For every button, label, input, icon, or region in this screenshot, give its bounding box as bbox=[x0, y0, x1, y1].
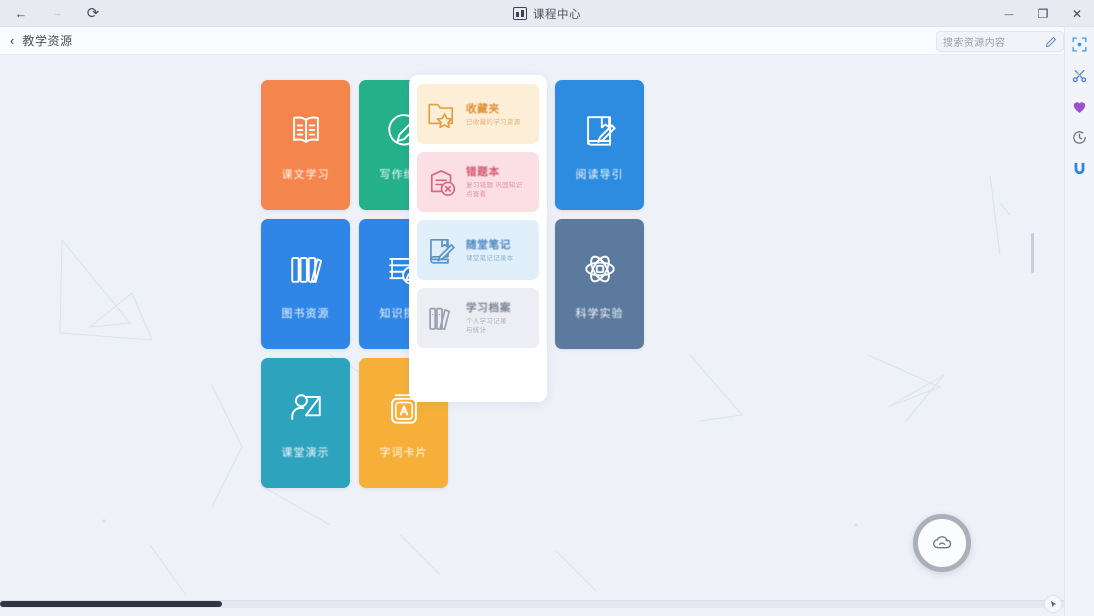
page-header: ‹ 教学资源 搜索资源内容 bbox=[0, 27, 1094, 55]
tile-open-book[interactable]: 课文学习 bbox=[261, 80, 350, 210]
tile-presenter[interactable]: 课堂演示 bbox=[261, 358, 350, 488]
books-stack-icon bbox=[429, 307, 451, 330]
resize-handle-button[interactable] bbox=[1044, 595, 1062, 613]
search-input-value: 搜索资源内容 bbox=[943, 38, 1006, 49]
tool-magnet[interactable] bbox=[1069, 157, 1091, 179]
cursor-icon bbox=[1050, 600, 1056, 607]
atom-icon bbox=[584, 255, 615, 283]
panel-card-text: 随堂笔记 课堂笔记记录本 bbox=[466, 237, 514, 264]
tile-bookshelf[interactable]: 图书资源 bbox=[261, 219, 350, 349]
crop-select-icon bbox=[1072, 36, 1087, 52]
clock-icon bbox=[1073, 130, 1086, 144]
window-title: 课程中心 bbox=[533, 8, 581, 21]
forward-button[interactable]: → bbox=[46, 3, 68, 23]
cloud-sync-button[interactable] bbox=[913, 514, 971, 572]
panel-card-text: 收藏夹 已收藏的学习资源 bbox=[466, 101, 520, 128]
tile-label: 阅读导引 bbox=[575, 169, 624, 181]
magnet-icon bbox=[1074, 162, 1085, 174]
reload-button[interactable]: ⟳ bbox=[82, 3, 104, 23]
breadcrumb-back-icon[interactable]: ‹ bbox=[10, 34, 14, 47]
panel-card-archive[interactable]: 学习档案 个人学习记录 与统计 bbox=[417, 288, 539, 348]
panel-card-title: 错题本 bbox=[466, 166, 500, 179]
tool-history[interactable] bbox=[1069, 126, 1091, 148]
book-pen-icon bbox=[586, 116, 616, 146]
side-panel: 收藏夹 已收藏的学习资源 错题本 复习错题 巩固知识 点查看 随堂笔记 课堂笔记… bbox=[409, 75, 547, 402]
close-button[interactable]: ✕ bbox=[1060, 0, 1094, 27]
heart-icon bbox=[1073, 101, 1086, 113]
panel-card-notes[interactable]: 随堂笔记 课堂笔记记录本 bbox=[417, 220, 539, 280]
tool-favorites[interactable] bbox=[1069, 95, 1091, 117]
content-canvas: 课文学习 写作练习 听力训练 bbox=[0, 55, 1064, 608]
horizontal-scrollbar-track[interactable] bbox=[0, 600, 1064, 608]
open-book-icon bbox=[292, 116, 319, 143]
panel-card-mistakes[interactable]: 错题本 复习错题 巩固知识 点查看 bbox=[417, 152, 539, 212]
vertical-scrollbar[interactable] bbox=[1031, 233, 1034, 273]
panel-card-subtitle: 复习错题 巩固知识 点查看 bbox=[466, 182, 523, 198]
scissors-icon bbox=[1072, 69, 1087, 82]
tile-label: 字词卡片 bbox=[379, 447, 428, 459]
presenter-icon bbox=[290, 394, 321, 420]
panel-card-text: 学习档案 个人学习记录 与统计 bbox=[466, 300, 511, 336]
tile-label: 科学实验 bbox=[575, 308, 624, 320]
panel-card-title: 学习档案 bbox=[466, 302, 512, 315]
back-button[interactable]: ← bbox=[10, 3, 32, 23]
tile-label: 课文学习 bbox=[281, 169, 330, 181]
tool-shapes[interactable] bbox=[1069, 64, 1091, 86]
panel-card-favorites[interactable]: 收藏夹 已收藏的学习资源 bbox=[417, 84, 539, 144]
breadcrumb[interactable]: ‹ 教学资源 bbox=[0, 32, 73, 49]
search-input[interactable]: 搜索资源内容 bbox=[936, 31, 1064, 52]
tile-label: 图书资源 bbox=[281, 308, 330, 320]
pencil-icon[interactable] bbox=[1045, 36, 1057, 48]
panel-card-subtitle: 课堂笔记记录本 bbox=[466, 254, 514, 262]
window-controls: — ❐ ✕ bbox=[992, 0, 1094, 27]
restore-button[interactable]: ❐ bbox=[1026, 0, 1060, 27]
app-logo-icon bbox=[513, 7, 527, 20]
doc-x-icon bbox=[430, 170, 456, 197]
panel-card-subtitle: 已收藏的学习资源 bbox=[466, 118, 521, 126]
tile-atom[interactable]: 科学实验 bbox=[555, 219, 644, 349]
horizontal-scrollbar-thumb[interactable] bbox=[0, 601, 222, 607]
tool-rail bbox=[1064, 27, 1094, 616]
panel-card-title: 随堂笔记 bbox=[466, 238, 512, 251]
application-window: ← → ⟳ 课程中心 — ❐ ✕ ‹ 教学资源 搜索资源内容 课文学习 写作练习… bbox=[0, 0, 1094, 616]
tile-book-pen[interactable]: 阅读导引 bbox=[555, 80, 644, 210]
panel-card-title: 收藏夹 bbox=[466, 102, 500, 115]
cloud-icon bbox=[932, 536, 952, 549]
tile-label: 课堂演示 bbox=[281, 447, 330, 459]
minimize-button[interactable]: — bbox=[992, 0, 1026, 27]
panel-card-text: 错题本 复习错题 巩固知识 点查看 bbox=[466, 164, 523, 200]
panel-card-subtitle: 个人学习记录 与统计 bbox=[466, 318, 507, 334]
bookshelf-icon bbox=[290, 257, 322, 283]
folder-star-icon bbox=[428, 103, 454, 129]
window-title-group: 课程中心 bbox=[0, 0, 1094, 27]
book-edit-icon bbox=[430, 238, 455, 264]
titlebar-nav-group: ← → ⟳ bbox=[0, 3, 104, 23]
tool-select[interactable] bbox=[1069, 33, 1091, 55]
breadcrumb-label: 教学资源 bbox=[22, 34, 73, 48]
title-bar: ← → ⟳ 课程中心 — ❐ ✕ bbox=[0, 0, 1094, 27]
